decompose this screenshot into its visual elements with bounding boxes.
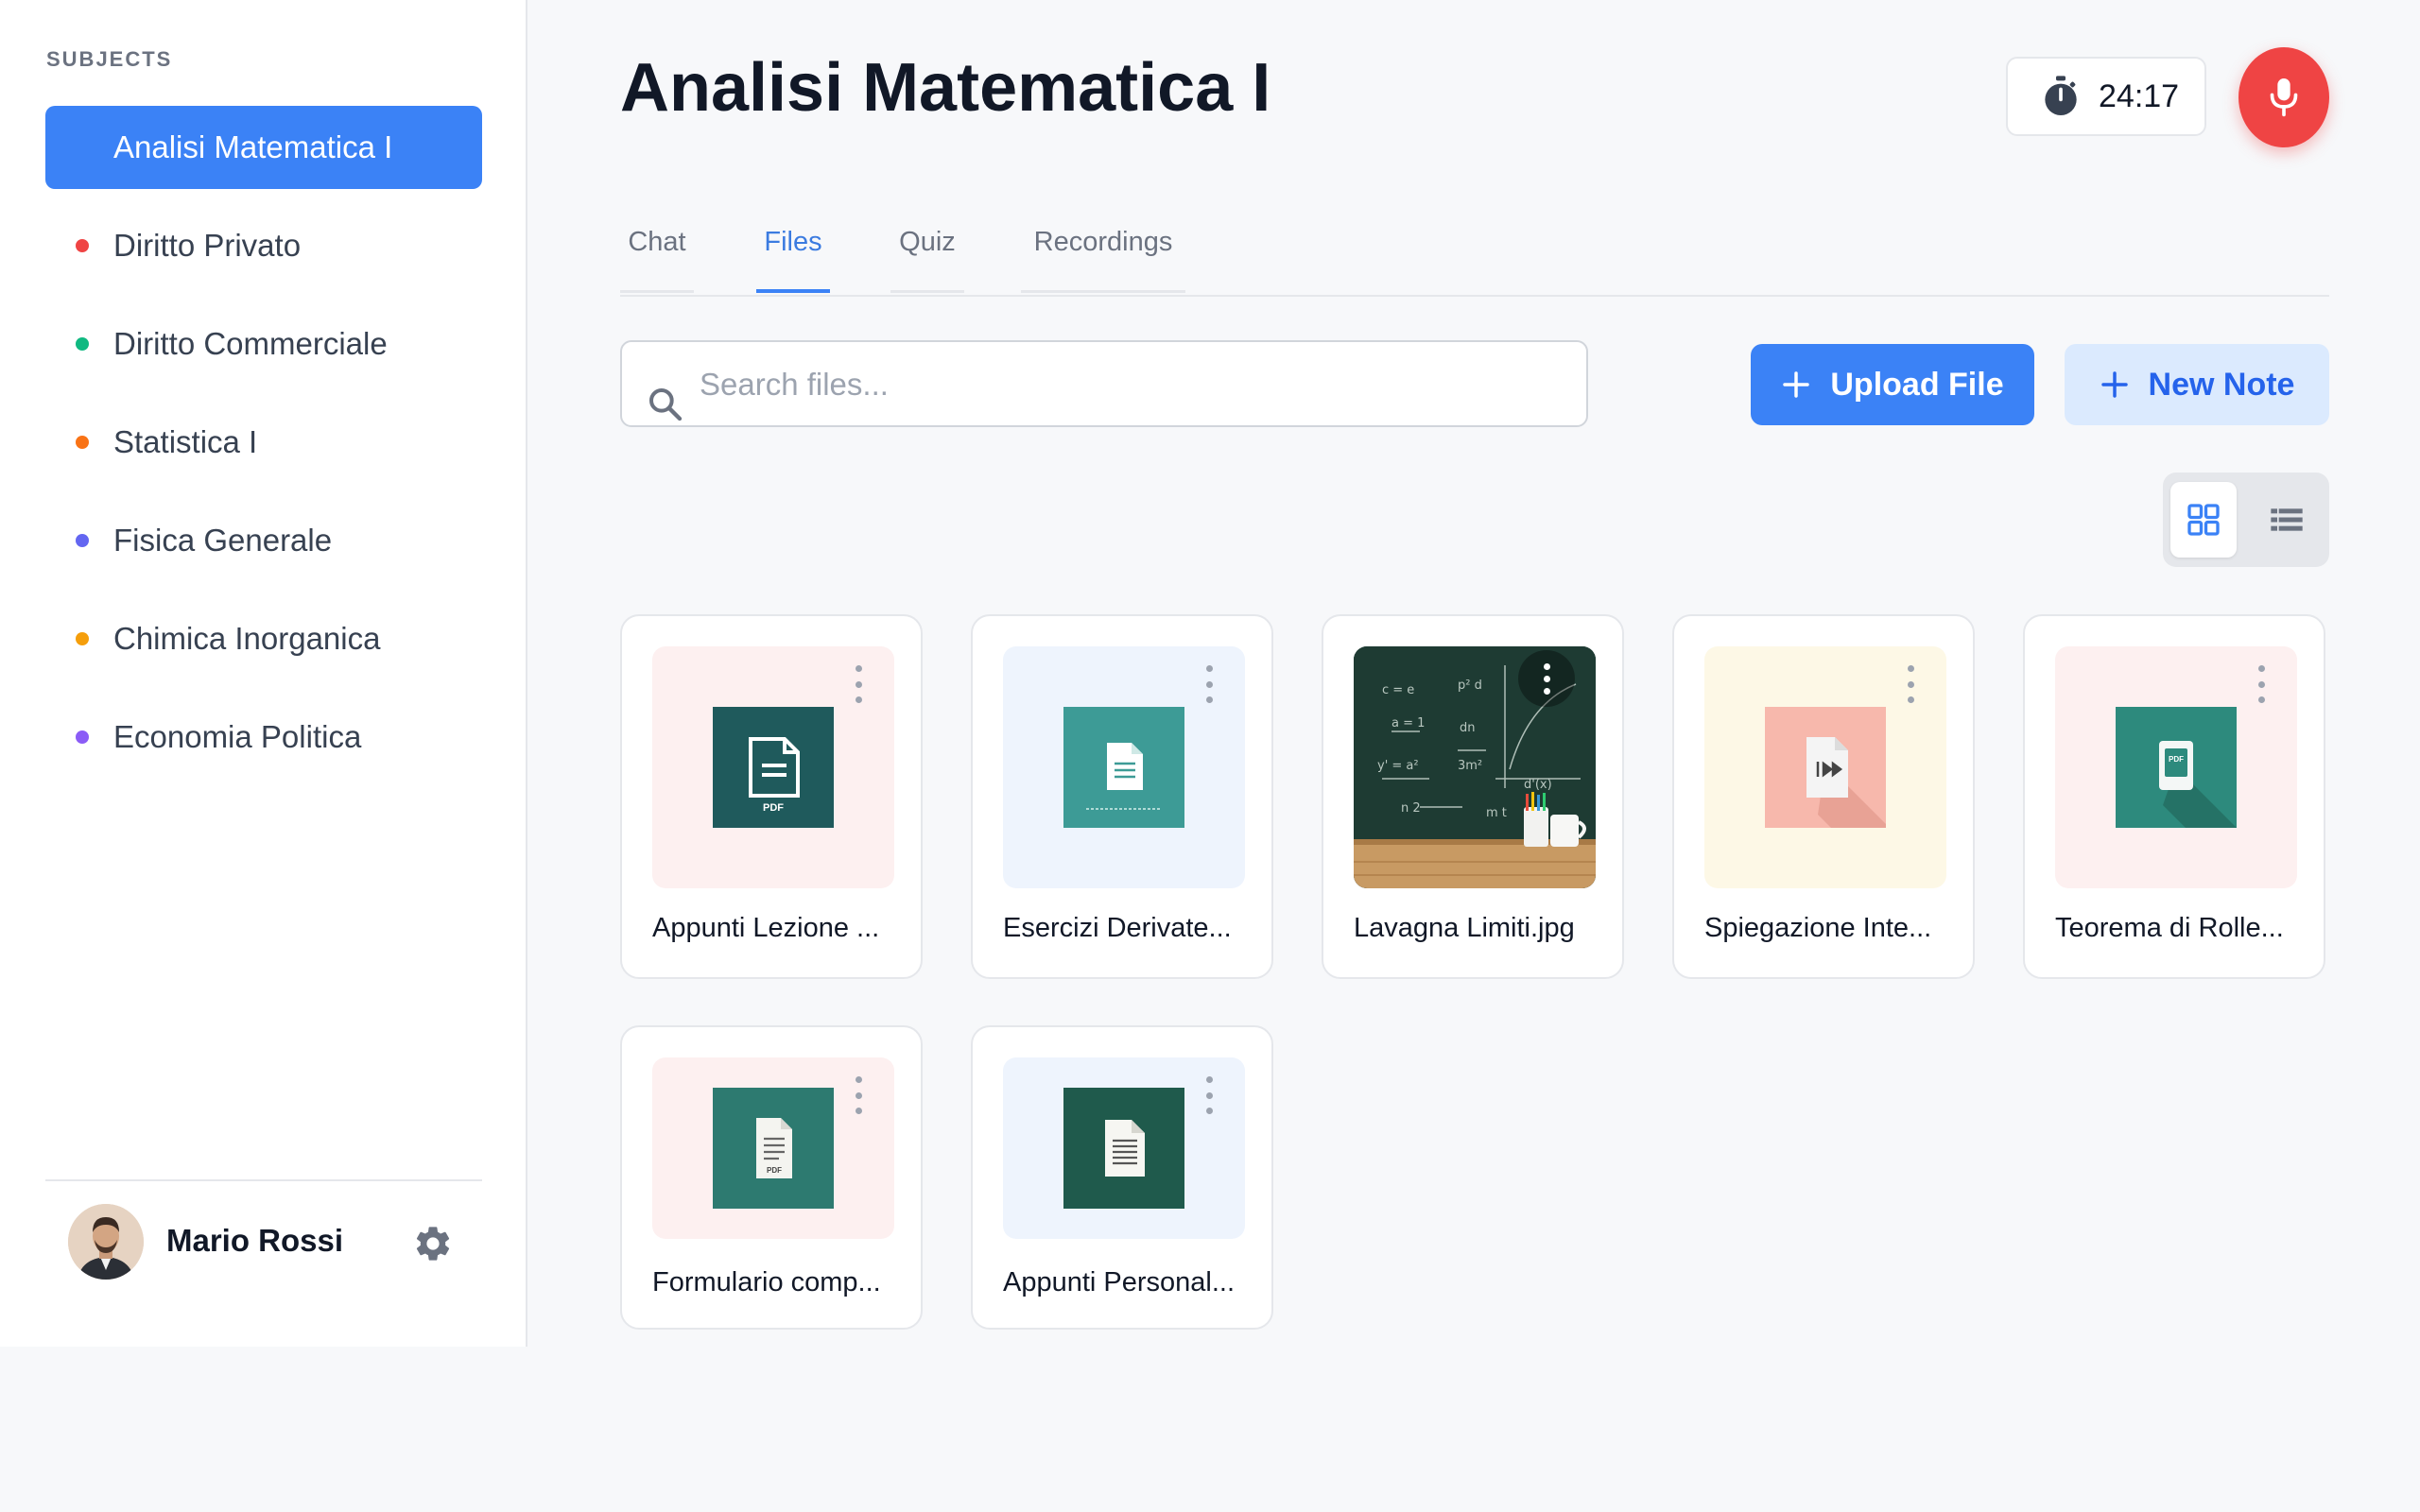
- subject-label: Economia Politica: [113, 719, 362, 754]
- tab-recordings[interactable]: Recordings: [1021, 217, 1185, 293]
- subject-label: Diritto Commerciale: [113, 326, 388, 361]
- user-name: Mario Rossi: [166, 1223, 344, 1258]
- subject-color-dot: [76, 534, 89, 547]
- subject-item-analisi-matematica[interactable]: Analisi Matematica I: [45, 106, 482, 189]
- grid-view-button[interactable]: [2170, 482, 2237, 558]
- file-card[interactable]: PDF Teorema di Rolle...: [2023, 614, 2325, 979]
- svg-text:c = e: c = e: [1382, 683, 1414, 697]
- svg-text:PDF: PDF: [763, 802, 784, 814]
- file-name: Esercizi Derivate...: [1003, 913, 1232, 943]
- pdf-document-icon: PDF: [713, 707, 834, 828]
- audio-file-icon: [1765, 707, 1886, 828]
- subject-color-dot: [76, 436, 89, 449]
- file-card[interactable]: PDF Formulario comp...: [620, 1025, 923, 1330]
- new-note-label: New Note: [2148, 366, 2295, 403]
- search-input[interactable]: [698, 359, 1552, 410]
- text-document-icon: [1063, 1088, 1184, 1209]
- svg-text:d'(x): d'(x): [1524, 778, 1552, 792]
- file-options-button[interactable]: [1200, 1076, 1219, 1114]
- search-icon: [649, 388, 683, 421]
- plus-icon: [1783, 371, 1810, 398]
- tab-files[interactable]: Files: [756, 217, 830, 293]
- sidebar: SUBJECTS Analisi Matematica I Diritto Pr…: [0, 0, 527, 1347]
- file-name: Appunti Lezione ...: [652, 913, 880, 943]
- file-card[interactable]: Spiegazione Inte...: [1672, 614, 1975, 979]
- tab-bar: Chat Files Quiz Recordings: [620, 217, 2329, 297]
- tab-quiz[interactable]: Quiz: [890, 217, 964, 293]
- svg-text:p² d: p² d: [1458, 679, 1482, 693]
- svg-text:dn: dn: [1460, 721, 1476, 735]
- stopwatch-icon: [2045, 76, 2077, 115]
- svg-text:3m²: 3m²: [1458, 759, 1482, 773]
- document-icon: [1063, 707, 1184, 828]
- tab-label: Recordings: [1033, 227, 1173, 257]
- file-name: Spiegazione Inte...: [1704, 913, 1932, 943]
- svg-text:PDF: PDF: [2169, 755, 2184, 764]
- list-view-button[interactable]: [2254, 482, 2320, 558]
- svg-text:y' = a²: y' = a²: [1377, 759, 1419, 773]
- file-options-button[interactable]: [1518, 650, 1575, 707]
- tab-label: Quiz: [899, 227, 956, 257]
- subject-item-chimica-inorganica[interactable]: Chimica Inorganica: [45, 597, 482, 680]
- subject-label: Diritto Privato: [113, 228, 302, 263]
- file-name: Lavagna Limiti.jpg: [1354, 913, 1575, 943]
- subject-color-dot: [76, 730, 89, 744]
- file-options-button[interactable]: [1901, 665, 1920, 703]
- view-toggle: [2163, 472, 2329, 567]
- microphone-icon: [2270, 78, 2298, 117]
- svg-text:PDF: PDF: [767, 1166, 782, 1175]
- subject-list: Analisi Matematica I Diritto Privato Dir…: [45, 106, 482, 794]
- subject-label: Statistica I: [113, 424, 258, 459]
- list-icon: [2271, 508, 2303, 531]
- gear-icon: [416, 1227, 450, 1261]
- tab-label: Files: [764, 227, 822, 257]
- subject-color-dot: [76, 337, 89, 351]
- subject-item-statistica[interactable]: Statistica I: [45, 401, 482, 484]
- subject-item-economia-politica[interactable]: Economia Politica: [45, 696, 482, 779]
- record-button[interactable]: [2238, 47, 2329, 147]
- subject-item-fisica-generale[interactable]: Fisica Generale: [45, 499, 482, 582]
- upload-file-button[interactable]: Upload File: [1751, 344, 2034, 425]
- subject-color-dot: [76, 239, 89, 252]
- subject-item-diritto-commerciale[interactable]: Diritto Commerciale: [45, 302, 482, 386]
- file-options-button[interactable]: [1200, 665, 1219, 703]
- avatar-portrait: [68, 1204, 144, 1280]
- file-name: Formulario comp...: [652, 1267, 881, 1297]
- file-name: Teorema di Rolle...: [2055, 913, 2284, 943]
- search-box: [620, 340, 1588, 427]
- file-card[interactable]: Appunti Personal...: [971, 1025, 1273, 1330]
- user-profile: Mario Rossi: [45, 1179, 482, 1285]
- file-name: Appunti Personal...: [1003, 1267, 1236, 1297]
- settings-button[interactable]: [412, 1223, 454, 1264]
- file-options-button[interactable]: [849, 1076, 868, 1114]
- page-title: Analisi Matematica I: [620, 50, 1271, 126]
- svg-text:a = 1: a = 1: [1392, 716, 1425, 730]
- file-options-button[interactable]: [2252, 665, 2271, 703]
- sidebar-heading: SUBJECTS: [46, 47, 173, 71]
- file-card[interactable]: Esercizi Derivate...: [971, 614, 1273, 979]
- subject-label: Chimica Inorganica: [113, 621, 381, 656]
- pdf-text-icon: PDF: [713, 1088, 834, 1209]
- file-card[interactable]: c = e a = 1 y' = a² p² d dn 3m² n 2 m t …: [1322, 614, 1624, 979]
- file-options-button[interactable]: [849, 665, 868, 703]
- avatar[interactable]: [68, 1204, 144, 1280]
- subject-label: Fisica Generale: [113, 523, 333, 558]
- subject-color-dot: [76, 632, 89, 645]
- svg-text:n 2: n 2: [1401, 801, 1421, 816]
- timer-value: 24:17: [2099, 77, 2180, 114]
- upload-file-label: Upload File: [1830, 366, 2004, 403]
- grid-icon: [2187, 504, 2220, 536]
- file-card[interactable]: PDF Appunti Lezione ...: [620, 614, 923, 979]
- svg-text:m t: m t: [1486, 806, 1507, 820]
- tab-chat[interactable]: Chat: [620, 217, 694, 293]
- pdf-file-icon: PDF: [2116, 707, 2237, 828]
- study-timer[interactable]: 24:17: [2006, 57, 2206, 136]
- subject-item-diritto-privato[interactable]: Diritto Privato: [45, 204, 482, 287]
- new-note-button[interactable]: New Note: [2065, 344, 2329, 425]
- tab-label: Chat: [628, 227, 686, 257]
- subject-label: Analisi Matematica I: [113, 129, 393, 164]
- plus-icon: [2100, 371, 2128, 398]
